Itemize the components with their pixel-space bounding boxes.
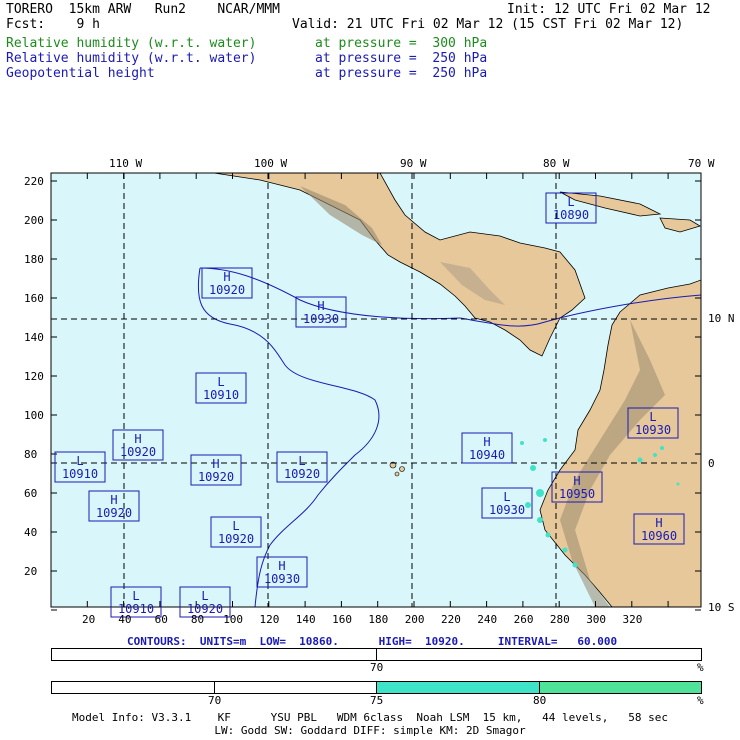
svg-text:L: L xyxy=(132,589,139,603)
x-tick-label: 160 xyxy=(332,613,352,626)
svg-text:L: L xyxy=(232,519,239,533)
x-tick-label: 260 xyxy=(513,613,534,626)
svg-text:H: H xyxy=(483,435,490,449)
x-tick-label: 280 xyxy=(549,613,570,626)
y-tick-label: 220 xyxy=(24,175,44,188)
y-tick-label: 140 xyxy=(24,331,44,344)
lat-label: 10 S xyxy=(708,601,735,614)
svg-text:10890: 10890 xyxy=(553,208,589,222)
y-tick-label: 20 xyxy=(24,565,38,578)
model-info: Model Info: V3.3.1 KF YSU PBL WDM 6class… xyxy=(71,711,669,724)
svg-text:L: L xyxy=(217,375,224,389)
x-tick-label: 100 xyxy=(223,613,244,626)
svg-text:H: H xyxy=(134,432,141,446)
lon-label: 70 W xyxy=(688,157,715,170)
svg-text:10910: 10910 xyxy=(62,467,98,481)
y-tick-label: 120 xyxy=(24,370,44,383)
svg-text:10950: 10950 xyxy=(559,487,595,501)
x-tick-label: 300 xyxy=(586,613,607,626)
colorbar-tick xyxy=(376,648,377,661)
y-tick-label: 60 xyxy=(24,487,38,500)
svg-text:H: H xyxy=(317,299,324,313)
svg-text:L: L xyxy=(76,454,83,468)
x-tick-label: 120 xyxy=(259,613,280,626)
svg-text:H: H xyxy=(212,457,219,471)
svg-text:10930: 10930 xyxy=(303,312,339,326)
x-tick-label: 140 xyxy=(295,613,316,626)
colorbar-fill-80-up xyxy=(540,682,701,693)
svg-text:10940: 10940 xyxy=(469,448,505,462)
svg-text:10920: 10920 xyxy=(209,283,245,297)
x-tick-label: 320 xyxy=(622,613,643,626)
y-tick-label: 160 xyxy=(24,292,44,305)
svg-text:10920: 10920 xyxy=(218,532,254,546)
lon-label: 110 W xyxy=(109,157,143,170)
y-tick-label: 180 xyxy=(24,253,44,266)
x-tick-label: 40 xyxy=(118,613,132,626)
svg-text:10930: 10930 xyxy=(489,503,525,517)
colorbar-label: 75 xyxy=(370,694,384,707)
y-tick-label: 100 xyxy=(24,409,44,422)
model-physics: LW: Godd SW: Goddard DIFF: simple KM: 2D… xyxy=(214,724,526,737)
x-tick-label: 220 xyxy=(441,613,461,626)
svg-text:H: H xyxy=(223,270,230,284)
colorbar-label: 80 xyxy=(533,694,547,707)
x-tick-label: 60 xyxy=(154,613,168,626)
svg-text:L: L xyxy=(201,589,208,603)
svg-text:10930: 10930 xyxy=(635,423,671,437)
colorbar-fill-75-80 xyxy=(377,682,539,693)
colorbar-rh300-unit: % xyxy=(697,661,704,674)
x-tick-label: 180 xyxy=(368,613,389,626)
y-tick-label: 40 xyxy=(24,526,38,539)
y-tick-label: 80 xyxy=(24,448,38,461)
svg-text:H: H xyxy=(655,516,662,530)
svg-text:H: H xyxy=(278,559,285,573)
lat-label: 10 N xyxy=(708,312,735,325)
lon-label: 80 W xyxy=(543,157,570,170)
lat-label: 0 xyxy=(708,457,715,470)
colorbar-tick xyxy=(376,681,377,694)
svg-text:L: L xyxy=(567,195,574,209)
weather-map: L10890H10920H10930L10910H10920L10910H109… xyxy=(50,172,702,618)
svg-text:L: L xyxy=(649,410,656,424)
contour-info: CONTOURS: UNITS=m LOW= 10860. HIGH= 1092… xyxy=(127,635,618,648)
svg-text:L: L xyxy=(503,490,510,504)
svg-text:10920: 10920 xyxy=(284,467,320,481)
colorbar-rh300-label: 70 xyxy=(370,661,384,674)
svg-text:10920: 10920 xyxy=(120,445,156,459)
x-tick-label: 240 xyxy=(477,613,498,626)
x-tick-label: 20 xyxy=(82,613,96,626)
svg-text:H: H xyxy=(573,474,580,488)
x-tick-label: 80 xyxy=(190,613,205,626)
svg-text:10920: 10920 xyxy=(198,470,234,484)
svg-text:10920: 10920 xyxy=(96,506,132,520)
svg-text:10910: 10910 xyxy=(203,388,239,402)
svg-text:10960: 10960 xyxy=(641,529,677,543)
svg-text:10930: 10930 xyxy=(264,572,300,586)
svg-text:L: L xyxy=(298,454,305,468)
lon-label: 100 W xyxy=(254,157,288,170)
colorbar-tick xyxy=(214,681,215,694)
y-tick-label: 200 xyxy=(24,214,44,227)
x-tick-label: 200 xyxy=(404,613,425,626)
galapagos-island xyxy=(394,471,400,477)
lon-label: 90 W xyxy=(400,157,427,170)
galapagos-island xyxy=(399,466,405,472)
colorbar-label: 70 xyxy=(208,694,222,707)
colorbar-tick xyxy=(539,681,540,694)
colorbar-unit: % xyxy=(697,694,704,707)
svg-text:H: H xyxy=(110,493,117,507)
